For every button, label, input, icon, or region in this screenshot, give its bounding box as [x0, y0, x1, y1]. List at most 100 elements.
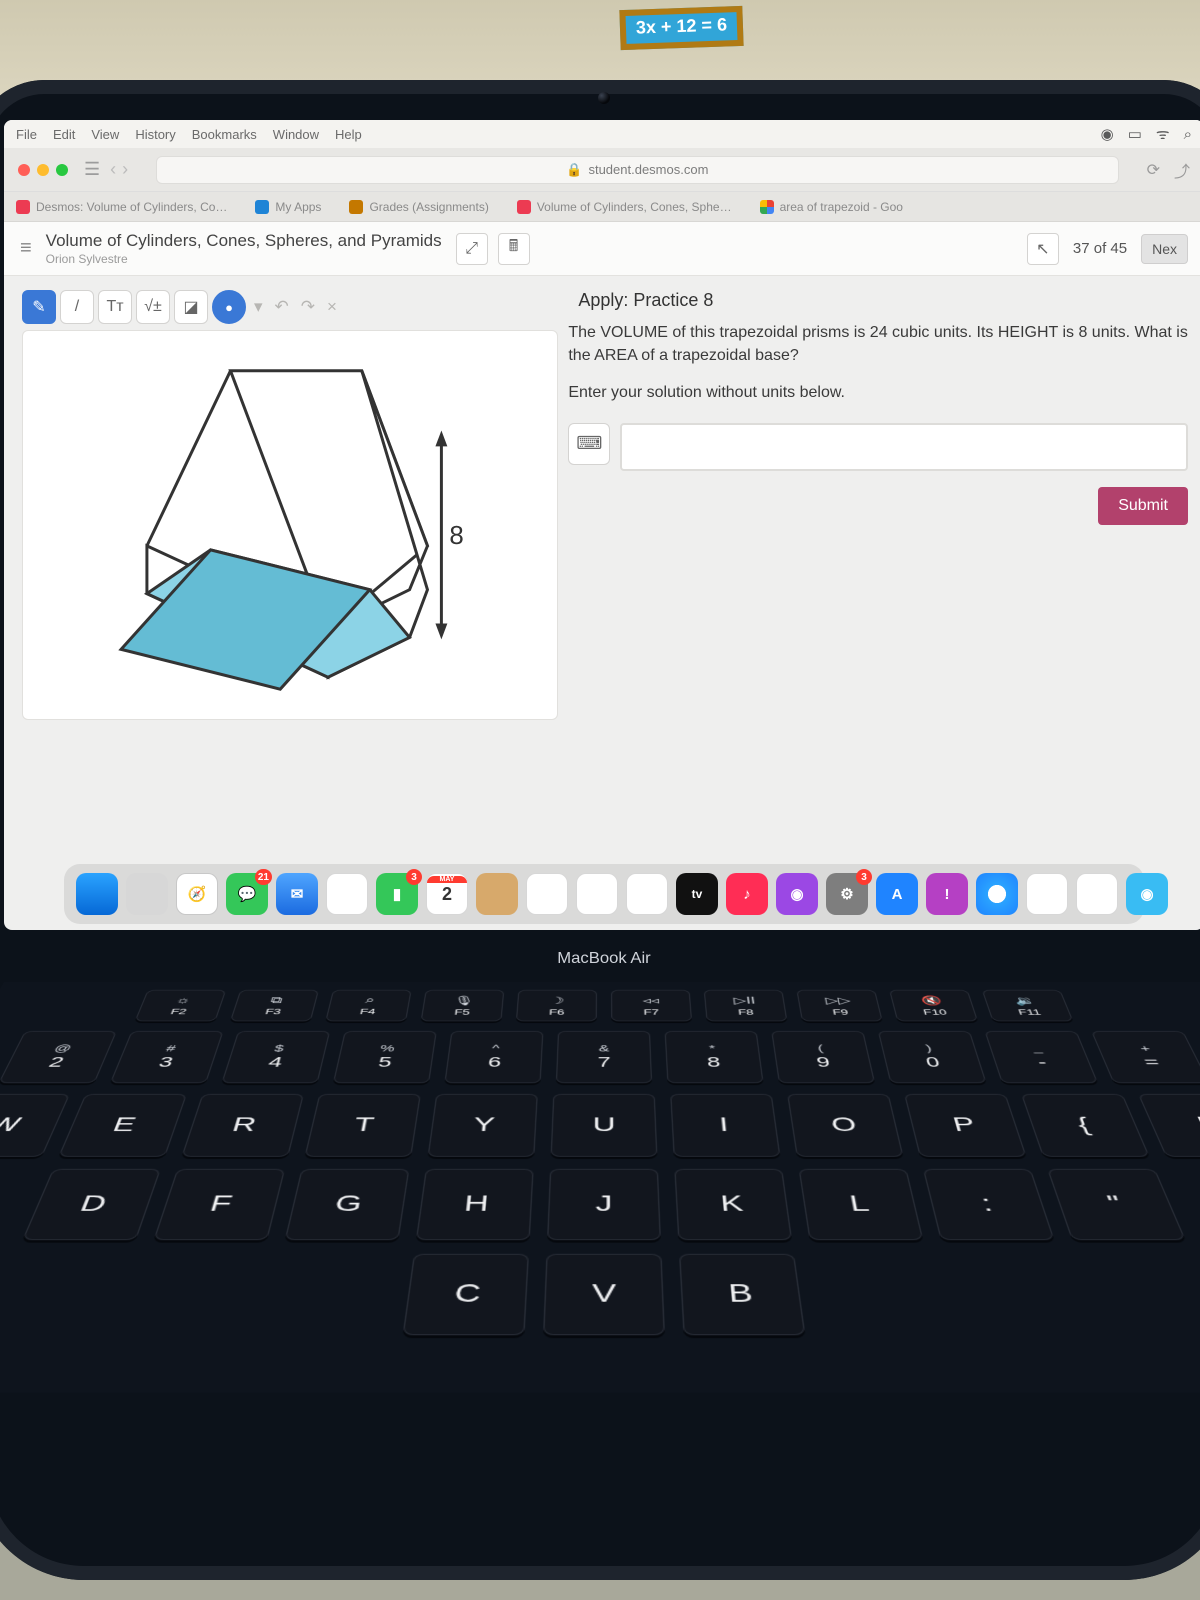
key[interactable]: J [547, 1169, 661, 1240]
settings-icon[interactable]: ⚙3 [826, 873, 868, 915]
key[interactable]: I [670, 1094, 780, 1157]
menu-window[interactable]: Window [273, 127, 319, 142]
app-icon[interactable] [1076, 873, 1118, 915]
undo-button[interactable]: ↶ [275, 297, 289, 317]
keypad-button[interactable]: ⌨ [568, 423, 610, 465]
key[interactable]: E [58, 1094, 187, 1157]
menu-history[interactable]: History [135, 127, 175, 142]
menu-icon[interactable]: ≡ [20, 237, 32, 260]
chrome-icon[interactable] [976, 873, 1018, 915]
record-icon[interactable]: ◉ [1101, 125, 1114, 143]
key[interactable]: D [22, 1169, 161, 1240]
key[interactable]: ⌕F4 [325, 990, 411, 1021]
key[interactable]: &7 [556, 1031, 652, 1083]
window-controls[interactable] [18, 164, 68, 176]
freeform-icon[interactable]: 〰 [626, 873, 668, 915]
tab-grades[interactable]: Grades (Assignments) [349, 200, 488, 214]
key[interactable]: : [923, 1169, 1055, 1240]
calendar-icon[interactable]: MAY2 [426, 873, 468, 915]
key[interactable]: *8 [665, 1031, 764, 1083]
key[interactable]: U [551, 1094, 658, 1157]
key[interactable]: ☽F6 [516, 990, 597, 1021]
key[interactable]: T [304, 1094, 420, 1157]
menu-view[interactable]: View [91, 127, 119, 142]
key[interactable]: )0 [878, 1031, 987, 1083]
key[interactable]: 🔉F11 [982, 990, 1074, 1021]
music-icon[interactable]: ♪ [726, 873, 768, 915]
menu-help[interactable]: Help [335, 127, 362, 142]
zoom-icon[interactable] [56, 164, 68, 176]
key[interactable]: F [153, 1169, 285, 1240]
key[interactable]: ☼F2 [135, 990, 227, 1021]
close-icon[interactable] [18, 164, 30, 176]
key[interactable]: ▷▷F9 [796, 990, 882, 1021]
figure-canvas[interactable]: 8 [22, 330, 558, 720]
facetime-icon[interactable]: ▮3 [376, 873, 418, 915]
key[interactable]: L [799, 1169, 924, 1240]
key[interactable]: G [285, 1169, 410, 1240]
key[interactable]: ⧉F3 [230, 990, 319, 1021]
key[interactable]: " [1047, 1169, 1186, 1240]
menu-bookmarks[interactable]: Bookmarks [192, 127, 257, 142]
math-tool[interactable]: √± [136, 290, 170, 324]
mail-icon[interactable]: ✉︎ [276, 873, 318, 915]
key[interactable]: _- [984, 1031, 1098, 1083]
reload-icon[interactable]: ⟳ [1147, 160, 1160, 180]
key[interactable]: Y [428, 1094, 538, 1157]
key[interactable]: (9 [771, 1031, 875, 1083]
powerpoint-icon[interactable] [1026, 873, 1068, 915]
reminders-icon[interactable] [526, 873, 568, 915]
address-bar[interactable]: 🔒 student.desmos.com [156, 156, 1118, 184]
key[interactable]: ▷IIF8 [704, 990, 788, 1021]
text-tool[interactable]: Tᴛ [98, 290, 132, 324]
key[interactable]: ^6 [444, 1031, 543, 1083]
key[interactable]: ◃◃F7 [611, 990, 692, 1021]
battery-icon[interactable]: ▭ [1128, 125, 1142, 143]
key[interactable]: 🔇F10 [889, 990, 978, 1021]
safari-icon[interactable]: 🧭 [176, 873, 218, 915]
key[interactable]: H [416, 1169, 534, 1240]
tab-my-apps[interactable]: My Apps [255, 200, 321, 214]
pointer-icon[interactable]: ↖ [1027, 233, 1059, 265]
expand-icon[interactable]: ⤢ [456, 233, 488, 265]
notes-icon[interactable] [576, 873, 618, 915]
share-icon[interactable]: ⤴ [1174, 158, 1190, 182]
key[interactable]: O [787, 1094, 903, 1157]
key[interactable]: { [1021, 1094, 1150, 1157]
search-icon[interactable]: ⌕ [1184, 126, 1192, 143]
chevron-down-icon[interactable]: ▾ [254, 297, 263, 317]
pen-tool[interactable]: ✎ [22, 290, 56, 324]
screenshot-icon[interactable]: ◉ [1126, 873, 1168, 915]
tab-desmos[interactable]: Desmos: Volume of Cylinders, Co… [16, 200, 227, 214]
menu-edit[interactable]: Edit [53, 127, 75, 142]
messages-icon[interactable]: 💬21 [226, 873, 268, 915]
tab-volume[interactable]: Volume of Cylinders, Cones, Sphe… [517, 200, 732, 214]
key[interactable]: C [403, 1254, 529, 1335]
podcasts-icon[interactable]: ◉ [776, 873, 818, 915]
appstore-icon[interactable]: A [876, 873, 918, 915]
eraser-tool[interactable]: ◪ [174, 290, 208, 324]
key[interactable]: #3 [110, 1031, 224, 1083]
key[interactable]: K [674, 1169, 792, 1240]
key[interactable]: 🎙︎F5 [421, 990, 505, 1021]
redo-button[interactable]: ↷ [301, 297, 315, 317]
key[interactable]: W [0, 1094, 70, 1157]
key[interactable]: += [1091, 1031, 1200, 1083]
contacts-icon[interactable] [476, 873, 518, 915]
next-button[interactable]: Nex [1141, 234, 1188, 264]
answer-input[interactable] [620, 423, 1188, 471]
sidebar-toggle-icon[interactable]: ☰ [84, 159, 100, 180]
submit-button[interactable]: Submit [1098, 487, 1188, 525]
forward-button[interactable]: › [122, 159, 128, 180]
launchpad-icon[interactable] [126, 873, 168, 915]
key[interactable]: @2 [0, 1031, 117, 1083]
key[interactable]: B [679, 1254, 805, 1335]
wifi-icon[interactable]: ᯤ [1156, 124, 1170, 144]
key[interactable]: P [904, 1094, 1027, 1157]
key[interactable]: %5 [333, 1031, 437, 1083]
key[interactable]: R [181, 1094, 304, 1157]
finder-icon[interactable] [76, 873, 118, 915]
appletv-icon[interactable]: tv [676, 873, 718, 915]
key[interactable]: $4 [221, 1031, 330, 1083]
color-picker[interactable]: ● [212, 290, 246, 324]
